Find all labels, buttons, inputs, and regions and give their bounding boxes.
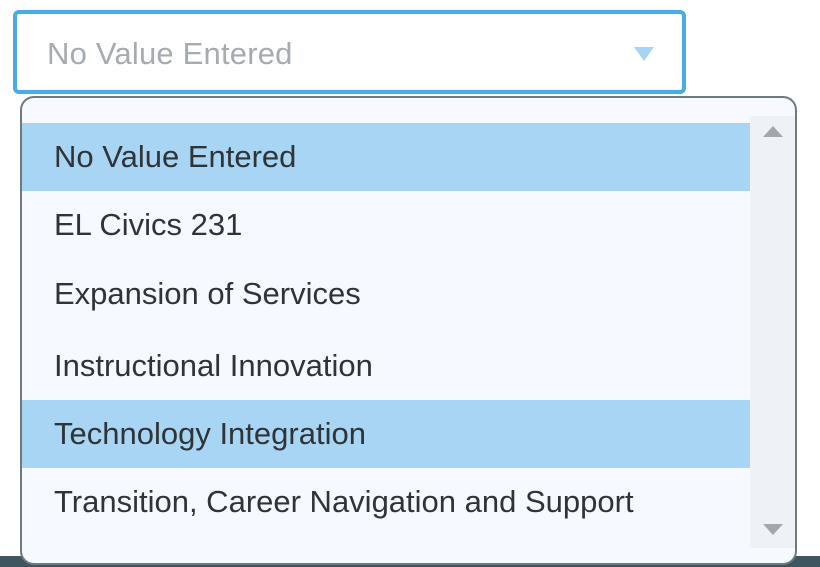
dropdown-menu[interactable]: No Value Entered EL Civics 231 Expansion… <box>20 96 797 565</box>
chevron-down-icon[interactable] <box>634 47 654 61</box>
scroll-up-icon[interactable] <box>763 126 783 137</box>
dropdown-option-transition-career-navigation-and-support[interactable]: Transition, Career Navigation and Suppor… <box>22 468 750 536</box>
dropdown-option-instructional-innovation[interactable]: Instructional Innovation <box>22 332 750 400</box>
dropdown-option-el-civics-231[interactable]: EL Civics 231 <box>22 191 750 259</box>
select-current-value: No Value Entered <box>47 36 293 71</box>
dropdown-option-expansion-of-services[interactable]: Expansion of Services <box>22 260 750 328</box>
dropdown-scrollbar[interactable] <box>750 116 795 548</box>
grant-type-select[interactable]: No Value Entered <box>13 10 686 94</box>
scroll-down-icon[interactable] <box>763 524 783 535</box>
dropdown-option-technology-integration[interactable]: Technology Integration <box>22 400 750 468</box>
dropdown-option-no-value-entered[interactable]: No Value Entered <box>22 123 750 191</box>
